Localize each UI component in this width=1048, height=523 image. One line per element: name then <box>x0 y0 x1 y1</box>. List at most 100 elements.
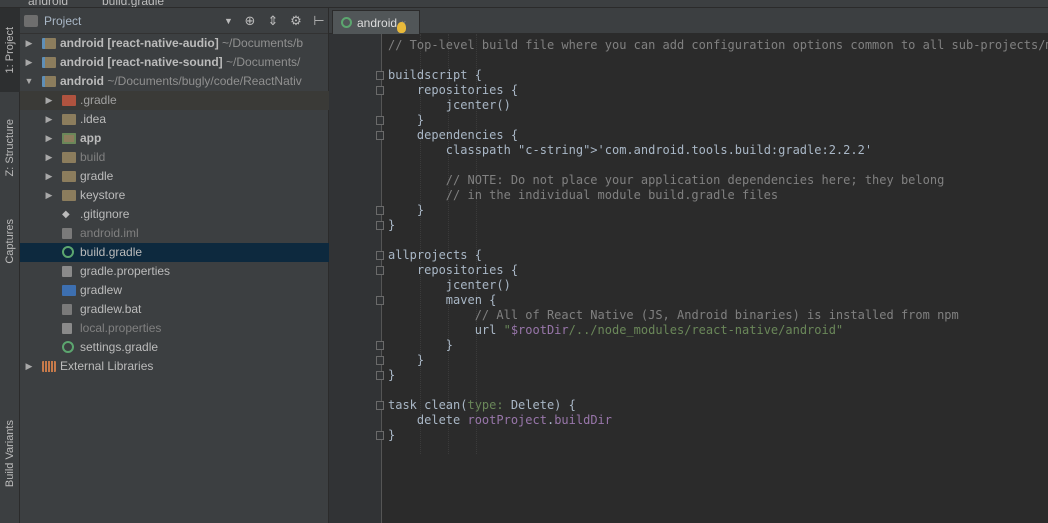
tree-item[interactable]: ▶ .gradle <box>20 91 329 110</box>
code-line[interactable]: jcenter() <box>388 278 511 293</box>
tree-item[interactable]: gradle.properties <box>20 262 329 281</box>
code-line[interactable]: buildscript { <box>388 68 482 83</box>
tree-item[interactable]: gradlew <box>20 281 329 300</box>
module-icon <box>42 76 56 87</box>
line-number <box>329 368 349 383</box>
line-number <box>329 263 349 278</box>
tree-item[interactable]: local.properties <box>20 319 329 338</box>
tree-item[interactable]: android.iml <box>20 224 329 243</box>
tree-item-text: build.gradle <box>80 243 142 262</box>
tree-item[interactable]: build.gradle <box>20 243 329 262</box>
tree-item[interactable]: ▶ keystore <box>20 186 329 205</box>
line-number <box>329 353 349 368</box>
folder-icon <box>62 114 76 125</box>
expand-arrow-icon[interactable]: ▶ <box>24 34 34 53</box>
target-icon[interactable]: ⊕ <box>244 13 256 29</box>
tree-item-label: .idea <box>80 112 107 126</box>
code-line[interactable]: // in the individual module build.gradle… <box>388 188 778 203</box>
tree-item-path: ~/Documents/b <box>218 36 304 50</box>
structure-tool-tab[interactable]: Z: Structure <box>0 108 20 188</box>
tree-item[interactable]: settings.gradle <box>20 338 329 357</box>
collapse-icon[interactable]: ⇕ <box>267 13 279 29</box>
expand-arrow-icon[interactable]: ▶ <box>44 91 54 110</box>
code-line[interactable]: } <box>388 338 453 353</box>
code-line[interactable]: repositories { <box>388 83 518 98</box>
gradle-file-icon <box>62 341 74 353</box>
tree-item[interactable]: ▶ External Libraries <box>20 357 329 376</box>
code-editor[interactable]: // Top-level build file where you can ad… <box>383 34 1048 523</box>
code-line[interactable]: } <box>388 428 395 443</box>
hide-icon[interactable]: ⊢ <box>313 13 325 29</box>
code-line[interactable]: task clean(type: Delete) { <box>388 398 576 413</box>
structure-tool-tab-label: Z: Structure <box>4 119 16 177</box>
lightbulb-icon[interactable] <box>397 22 406 33</box>
code-line[interactable]: delete rootProject.buildDir <box>388 413 612 428</box>
code-line[interactable]: maven { <box>388 293 497 308</box>
code-line[interactable]: } <box>388 203 424 218</box>
code-line[interactable]: dependencies { <box>388 128 518 143</box>
project-view-icon <box>24 14 38 27</box>
code-line[interactable]: } <box>388 218 395 233</box>
line-number <box>329 68 349 83</box>
tree-item-text: android [react-native-audio] ~/Documents… <box>60 34 303 53</box>
code-line[interactable]: } <box>388 353 424 368</box>
expand-arrow-icon[interactable]: ▶ <box>44 167 54 186</box>
breadcrumb-project[interactable]: android <box>28 0 68 7</box>
code-line[interactable]: // NOTE: Do not place your application d… <box>388 173 945 188</box>
tree-item[interactable]: ▶ android [react-native-audio] ~/Document… <box>20 34 329 53</box>
tree-item-label: android <box>60 74 104 88</box>
tool-window-stripe: 1: Project Z: Structure Captures Build V… <box>0 8 20 523</box>
tree-item-label: settings.gradle <box>80 340 159 354</box>
captures-tool-tab-label: Captures <box>4 218 16 264</box>
tree-item-text: gradlew <box>80 281 122 300</box>
code-line[interactable]: allprojects { <box>388 248 482 263</box>
expand-arrow-icon[interactable]: ▶ <box>44 129 54 148</box>
tree-item[interactable]: ▶ app <box>20 129 329 148</box>
tree-item-label: android [react-native-audio] <box>60 36 219 50</box>
build-variants-tool-tab[interactable]: Build Variants <box>0 403 20 505</box>
tree-item-text: local.properties <box>80 319 161 338</box>
code-line[interactable]: } <box>388 368 395 383</box>
expand-arrow-icon[interactable]: ▶ <box>44 148 54 167</box>
tree-item-label: local.properties <box>80 321 162 335</box>
code-line[interactable]: jcenter() <box>388 98 511 113</box>
line-number <box>329 83 349 98</box>
code-line[interactable]: // All of React Native (JS, Android bina… <box>388 308 959 323</box>
tree-item-text: .gitignore <box>80 205 129 224</box>
gear-icon[interactable]: ⚙ <box>290 13 302 29</box>
gradle-icon <box>341 17 352 28</box>
tree-item[interactable]: ▶ gradle <box>20 167 329 186</box>
captures-tool-tab[interactable]: Captures <box>0 206 20 276</box>
expand-arrow-icon[interactable]: ▶ <box>44 110 54 129</box>
collapse-arrow-icon[interactable]: ▼ <box>24 72 34 91</box>
tree-item-label: build.gradle <box>80 245 143 259</box>
shell-file-icon <box>62 285 76 296</box>
project-view-selector[interactable]: Project <box>44 14 194 28</box>
line-number <box>329 128 349 143</box>
tree-item[interactable]: ▶ android [react-native-sound] ~/Document… <box>20 53 329 72</box>
code-line[interactable]: classpath "c-string">'com.android.tools.… <box>388 143 872 158</box>
project-tool-tab[interactable]: 1: Project <box>0 8 20 92</box>
code-line[interactable]: // Top-level build file where you can ad… <box>388 38 1048 53</box>
expand-arrow-icon[interactable]: ▶ <box>24 357 34 376</box>
tree-item-path: ~/Documents/bugly/code/ReactNativ <box>104 74 302 88</box>
editor-tab-android[interactable]: android × <box>332 10 420 34</box>
tree-item-label: android [react-native-sound] <box>60 55 223 69</box>
tree-item[interactable]: ▶ .idea <box>20 110 329 129</box>
code-line[interactable]: } <box>388 113 424 128</box>
editor-gutter <box>329 34 384 523</box>
tree-item[interactable]: ◆ .gitignore <box>20 205 329 224</box>
code-line[interactable]: url "$rootDir/../node_modules/react-nati… <box>388 323 843 338</box>
caret-down-icon[interactable]: ▼ <box>224 16 233 26</box>
build-variants-tool-tab-label: Build Variants <box>4 420 16 488</box>
tree-item[interactable]: ▼ android ~/Documents/bugly/code/ReactNat… <box>20 72 329 91</box>
expand-arrow-icon[interactable]: ▶ <box>44 186 54 205</box>
tree-item-text: .gradle <box>80 91 117 110</box>
tree-item[interactable]: ▶ build <box>20 148 329 167</box>
breadcrumb-file[interactable]: build.gradle <box>102 0 164 7</box>
code-line[interactable]: repositories { <box>388 263 518 278</box>
project-tool-tab-label: 1: Project <box>4 26 16 74</box>
expand-arrow-icon[interactable]: ▶ <box>24 53 34 72</box>
tree-item[interactable]: gradlew.bat <box>20 300 329 319</box>
tree-item-label: android.iml <box>80 226 139 240</box>
